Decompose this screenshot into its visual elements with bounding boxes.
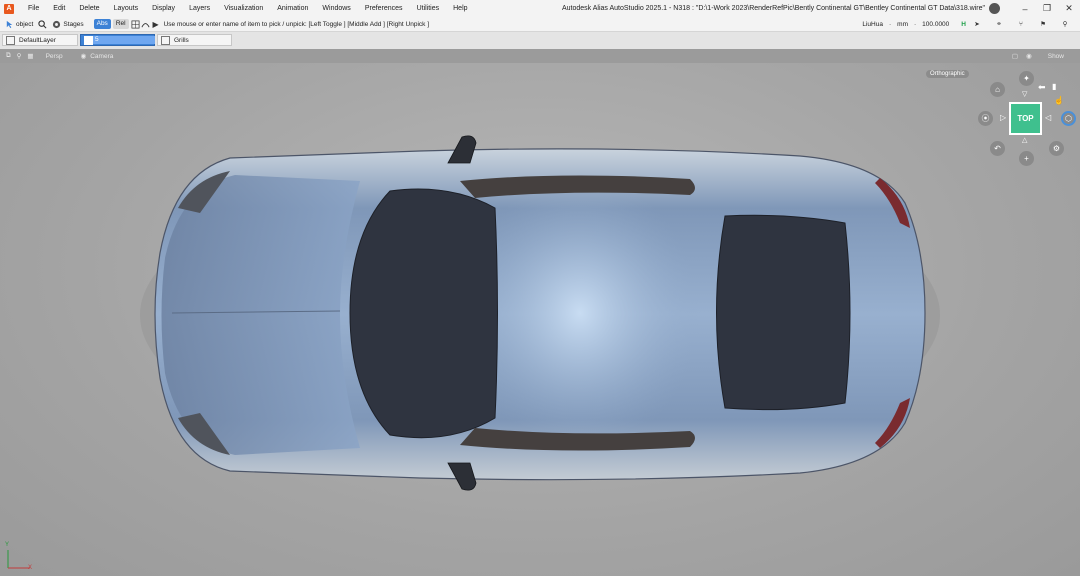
layer-grills-checkbox[interactable] <box>161 35 170 45</box>
view-menu-icon[interactable]: ⧉ <box>6 52 11 60</box>
maximize-icon[interactable]: ❐ <box>1036 3 1058 14</box>
persp-button[interactable]: Persp <box>46 53 63 60</box>
search-icon[interactable] <box>37 19 47 29</box>
view-cube-top[interactable]: TOP <box>1009 102 1042 135</box>
menu-utilities[interactable]: Utilities <box>411 5 448 12</box>
bookmark-icon[interactable]: ▮ <box>1052 82 1056 91</box>
toolbar-right: LiuHua · mm · 100.0000 H ➤ ⚭ ⑂ ⚑ ⚲ <box>862 17 1080 31</box>
cursor-hand-icon: ☝ <box>1054 96 1064 105</box>
layer-default[interactable]: DefaultLayer <box>2 34 78 46</box>
layer-default-label: DefaultLayer <box>19 37 56 44</box>
separator-dot-2: · <box>914 20 917 28</box>
menu-visualization[interactable]: Visualization <box>218 5 271 12</box>
arrow-icon[interactable]: ➤ <box>972 19 982 29</box>
tolerance-value: 100.0000 <box>922 20 950 28</box>
flag-icon[interactable]: ⚑ <box>1038 19 1048 29</box>
close-icon[interactable]: ✕ <box>1058 3 1080 14</box>
windshield <box>349 188 498 439</box>
home-icon[interactable]: ⌂ <box>990 82 1005 97</box>
menu-edit[interactable]: Edit <box>47 5 73 12</box>
window-controls: – ❐ ✕ <box>989 0 1080 17</box>
layer-grills[interactable]: Grills <box>157 34 232 46</box>
cube-right-arrow-icon[interactable]: ◁ <box>1045 113 1051 122</box>
menu-bar: A File Edit Delete Layouts Display Layer… <box>0 0 1080 17</box>
layer-active-name-input[interactable]: 5 <box>93 36 155 44</box>
layer-active[interactable]: 5 <box>80 34 155 46</box>
menu-layers[interactable]: Layers <box>183 5 218 12</box>
car-hood <box>161 175 360 455</box>
menu-help[interactable]: Help <box>447 5 475 12</box>
menu-preferences[interactable]: Preferences <box>359 5 411 12</box>
view-toolbar-right: ▢ ◉ Show <box>1012 49 1064 63</box>
modeling-viewport[interactable]: Orthographic ✦ ⬅ ▮ ⌂ ▽ ☝ ⦿ ▷ TOP ◁ ⬡ △ ↶… <box>0 63 1080 576</box>
menu-windows[interactable]: Windows <box>316 5 358 12</box>
layer-default-checkbox[interactable] <box>6 35 15 45</box>
show-button[interactable]: Show <box>1048 53 1064 60</box>
menu-layouts[interactable]: Layouts <box>108 5 147 12</box>
h-icon[interactable]: H <box>961 21 966 28</box>
projection-label: Orthographic <box>926 70 969 78</box>
window-title: Autodesk Alias AutoStudio 2025.1 - N318 … <box>562 5 985 12</box>
link-icon[interactable]: ⚭ <box>994 19 1004 29</box>
car-model-top-view[interactable] <box>0 63 1080 576</box>
settings-gear-icon[interactable]: ⚙ <box>1049 141 1064 156</box>
menu-display[interactable]: Display <box>146 5 183 12</box>
wand-icon[interactable]: ⚲ <box>1060 19 1070 29</box>
unit-label: mm <box>897 20 908 28</box>
axis-y-label: Y <box>5 542 10 548</box>
maximize-view-icon[interactable]: ▢ <box>1012 52 1018 60</box>
stages-icon[interactable] <box>51 19 61 29</box>
view-zoom-icon[interactable]: ⚲ <box>17 52 22 60</box>
menu-animation[interactable]: Animation <box>271 5 316 12</box>
pick-icon[interactable] <box>4 19 14 29</box>
prompt-toolbar: object Stages Abs Rel ▶ Use mouse or ent… <box>0 17 1080 32</box>
pick-mode-label[interactable]: object <box>16 21 33 28</box>
branch-icon[interactable]: ⑂ <box>1016 19 1026 29</box>
menu-file[interactable]: File <box>22 5 47 12</box>
minimize-icon[interactable]: – <box>1014 4 1036 14</box>
layer-grills-label: Grills <box>174 37 189 44</box>
grid-snap-icon[interactable] <box>131 19 141 29</box>
back-arrow-icon[interactable]: ⬅ <box>1038 82 1046 93</box>
rel-toggle-button[interactable]: Rel <box>112 19 129 29</box>
cube-left-arrow-icon[interactable]: ▷ <box>1000 113 1006 122</box>
view-toolbar: ⧉ ⚲ ▦ Persp ◉ Camera ▢ ◉ Show <box>0 49 1080 63</box>
play-icon[interactable]: ▶ <box>151 19 161 29</box>
view-grid-icon[interactable]: ▦ <box>27 52 33 60</box>
axis-x-label: X <box>28 565 33 571</box>
undo-view-icon[interactable]: ↶ <box>990 141 1005 156</box>
axis-indicator <box>7 550 30 569</box>
pin-icon[interactable]: ✦ <box>1019 71 1034 86</box>
eye-icon[interactable]: ◉ <box>1026 52 1032 60</box>
layer-bar: DefaultLayer 5 Grills <box>0 32 1080 50</box>
stages-label[interactable]: Stages <box>63 21 83 28</box>
walk-icon[interactable]: ⦿ <box>978 111 993 126</box>
prompt-text: Use mouse or enter name of item to pick … <box>163 20 430 28</box>
camera-button[interactable]: Camera <box>90 53 113 60</box>
add-view-icon[interactable]: + <box>1019 151 1034 166</box>
app-logo[interactable]: A <box>4 3 14 14</box>
user-name: LiuHua <box>862 20 883 28</box>
menu-delete[interactable]: Delete <box>73 5 107 12</box>
abs-toggle-button[interactable]: Abs <box>93 19 111 29</box>
cube-mini-icon[interactable]: ⬡ <box>1061 111 1076 126</box>
cube-down-arrow-icon[interactable]: △ <box>1022 136 1027 144</box>
curve-snap-icon[interactable] <box>141 19 151 29</box>
separator-dot: · <box>888 20 892 28</box>
rear-window <box>716 214 851 411</box>
user-avatar-icon[interactable] <box>989 3 1000 14</box>
camera-icon[interactable]: ◉ <box>81 52 87 60</box>
layer-active-checkbox[interactable] <box>84 35 93 45</box>
cube-up-arrow-icon[interactable]: ▽ <box>1022 90 1027 98</box>
